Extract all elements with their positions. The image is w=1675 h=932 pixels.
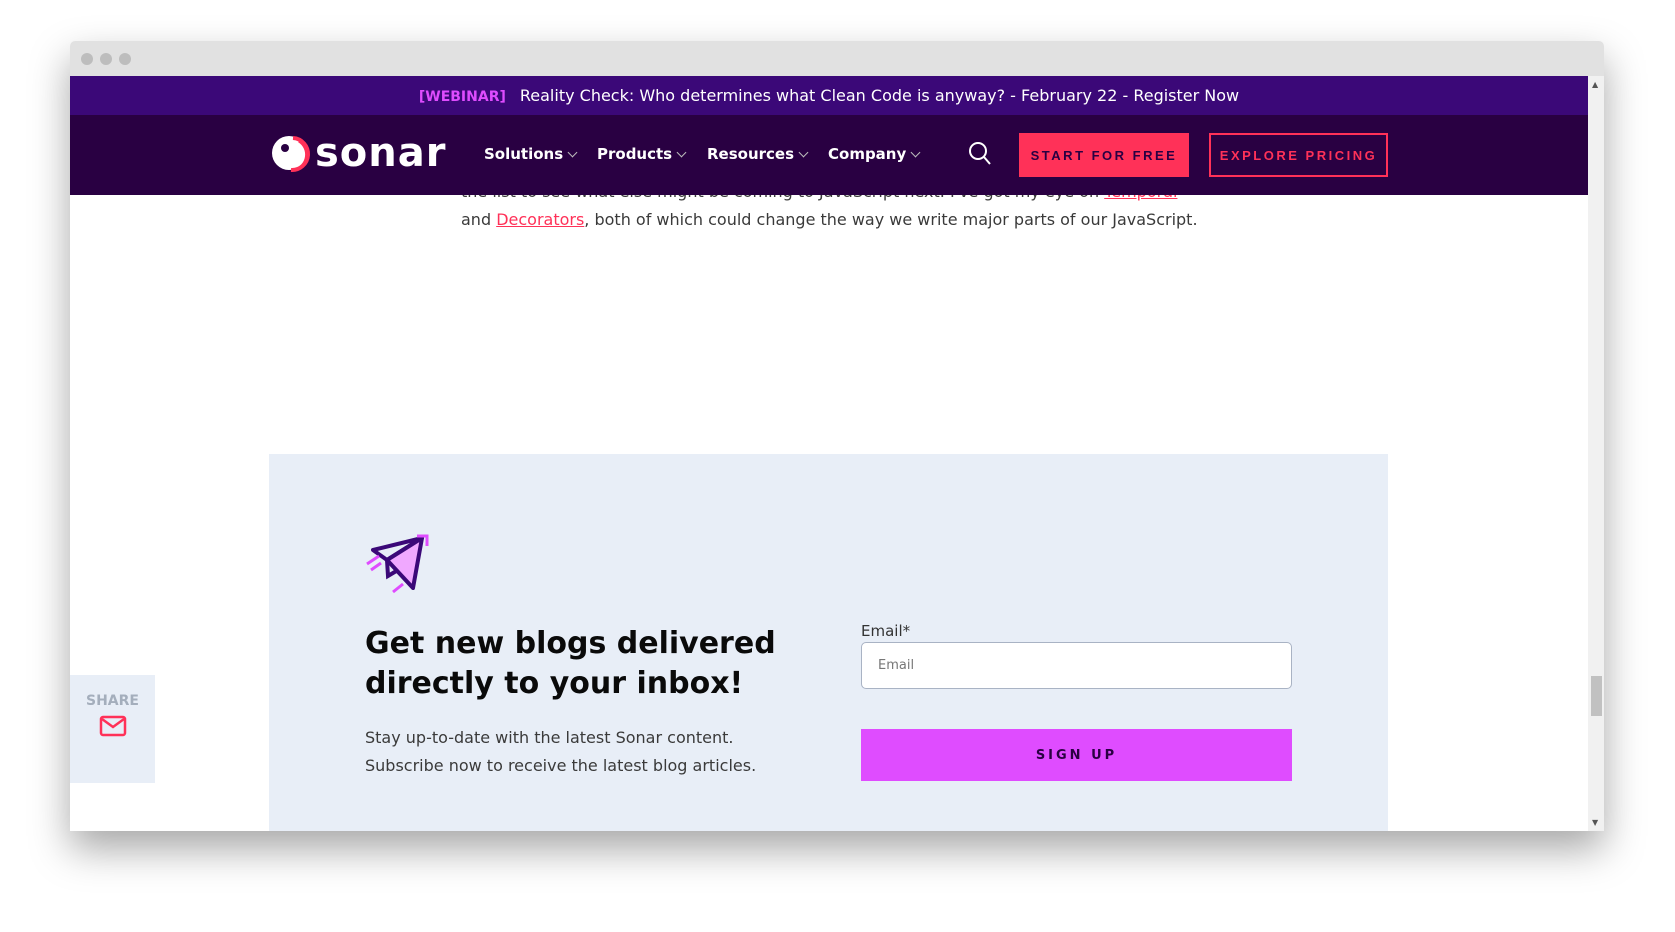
share-panel: SHARE xyxy=(70,675,155,783)
window-close-dot[interactable] xyxy=(81,53,93,65)
email-label: Email* xyxy=(861,622,911,640)
share-label: SHARE xyxy=(86,693,139,709)
browser-window: the list to see what else might be comin… xyxy=(70,41,1604,831)
newsletter-signup: Get new blogs delivered directly to your… xyxy=(269,454,1388,831)
chevron-down-icon xyxy=(910,147,921,157)
sign-up-button[interactable]: SIGN UP xyxy=(861,729,1292,781)
scroll-up-icon[interactable]: ▲ xyxy=(1592,80,1598,89)
main-nav: sonar Solutions Products Resources Compa… xyxy=(70,115,1588,195)
signup-description: Stay up-to-date with the latest Sonar co… xyxy=(365,728,757,775)
mail-icon[interactable] xyxy=(99,715,127,737)
start-for-free-button[interactable]: START FOR FREE xyxy=(1019,133,1189,177)
signup-heading: Get new blogs delivered directly to your… xyxy=(365,626,776,701)
page-viewport: the list to see what else might be comin… xyxy=(70,76,1588,831)
scrollbar[interactable]: ▲ ▼ xyxy=(1588,76,1604,831)
window-maximize-dot[interactable] xyxy=(119,53,131,65)
banner-text[interactable]: Reality Check: Who determines what Clean… xyxy=(520,86,1239,105)
chevron-down-icon xyxy=(567,147,578,157)
title-bar xyxy=(70,41,1604,76)
nav-products[interactable]: Products xyxy=(597,145,687,163)
scrollbar-thumb[interactable] xyxy=(1591,676,1602,716)
nav-resources[interactable]: Resources xyxy=(707,145,809,163)
nav-solutions[interactable]: Solutions xyxy=(484,145,578,163)
email-field[interactable] xyxy=(861,642,1292,689)
webinar-tag: [WEBINAR] xyxy=(418,89,506,105)
paper-plane-icon xyxy=(366,534,429,594)
decorators-link[interactable]: Decorators xyxy=(496,210,584,229)
window-minimize-dot[interactable] xyxy=(100,53,112,65)
webinar-banner[interactable]: [WEBINAR] Reality Check: Who determines w… xyxy=(70,76,1588,115)
nav-company[interactable]: Company xyxy=(828,145,921,163)
chevron-down-icon xyxy=(798,147,809,157)
sonar-logo[interactable]: sonar xyxy=(269,131,446,175)
scroll-down-icon[interactable]: ▼ xyxy=(1592,818,1598,827)
chevron-down-icon xyxy=(676,147,687,157)
explore-pricing-button[interactable]: EXPLORE PRICING xyxy=(1209,133,1388,177)
search-icon[interactable] xyxy=(968,141,992,167)
sonar-logo-icon xyxy=(272,136,310,173)
